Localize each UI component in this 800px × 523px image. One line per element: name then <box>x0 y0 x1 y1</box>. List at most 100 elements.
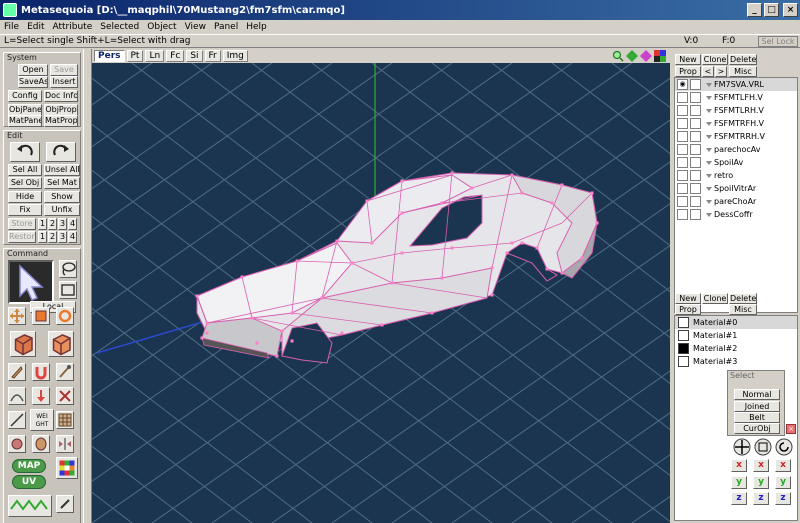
lock-toggle[interactable] <box>690 131 701 142</box>
vertex[interactable] <box>295 259 299 263</box>
object-row[interactable]: FSFMTLRH.V <box>675 104 797 117</box>
tab-pers[interactable]: Pers <box>94 50 125 62</box>
hide-button[interactable]: Hide <box>8 191 42 203</box>
visibility-eye-icon[interactable]: ◉ <box>677 79 688 90</box>
mat-new-button[interactable]: New <box>675 293 701 304</box>
tab-fc[interactable]: Fc <box>166 50 185 62</box>
tab-img[interactable]: Img <box>222 50 248 62</box>
vertex[interactable] <box>490 293 494 297</box>
vertex[interactable] <box>490 266 494 270</box>
rotate-view-icon[interactable] <box>640 50 652 62</box>
brush-tool[interactable] <box>56 363 74 381</box>
vertex[interactable] <box>430 311 434 315</box>
obj-up-button[interactable]: < <box>702 66 714 77</box>
lock-toggle[interactable] <box>690 92 701 103</box>
object-row[interactable]: ◉ FM7SVA.VRL <box>675 78 797 91</box>
object-row[interactable]: retro <box>675 169 797 182</box>
face-tool[interactable] <box>48 331 74 357</box>
vertex[interactable] <box>545 267 549 271</box>
lock-toggle[interactable] <box>690 144 701 155</box>
vertex[interactable] <box>340 331 344 335</box>
vertex[interactable] <box>440 201 444 205</box>
lock-toggle[interactable] <box>690 105 701 116</box>
vertex[interactable] <box>595 221 599 225</box>
scale-x-button[interactable]: x <box>753 459 769 472</box>
vertex[interactable] <box>470 186 474 190</box>
vertex[interactable] <box>560 183 564 187</box>
vertex[interactable] <box>205 331 209 335</box>
grid-tool[interactable] <box>56 411 74 429</box>
restore-slot-2[interactable]: 2 <box>48 231 57 243</box>
matprop-button[interactable]: MatProp <box>44 115 78 127</box>
show-button[interactable]: Show <box>44 191 80 203</box>
obj-delete-button[interactable]: Delete <box>729 54 757 65</box>
visibility-toggle[interactable] <box>677 170 688 181</box>
visibility-toggle[interactable] <box>677 92 688 103</box>
rotate-x-button[interactable]: x <box>775 459 791 472</box>
tab-pt[interactable]: Pt <box>126 50 144 62</box>
select-material-button[interactable]: Sel Mat <box>44 177 80 189</box>
restore-slot-4[interactable]: 4 <box>68 231 77 243</box>
tab-si[interactable]: Si <box>186 50 203 62</box>
vertex[interactable] <box>200 336 204 340</box>
select-joined-face-button[interactable]: Joined face <box>734 401 780 420</box>
store-button[interactable]: Store <box>8 218 36 230</box>
menu-attribute[interactable]: Attribute <box>53 22 93 32</box>
vertex[interactable] <box>440 276 444 280</box>
lock-toggle[interactable] <box>690 118 701 129</box>
vertex[interactable] <box>520 241 524 245</box>
visibility-toggle[interactable] <box>677 105 688 116</box>
vertex[interactable] <box>320 296 324 300</box>
docinfo-button[interactable]: Doc Info <box>44 90 78 102</box>
select-tool[interactable] <box>8 260 54 304</box>
lock-toggle[interactable] <box>690 79 701 90</box>
box-tool[interactable] <box>10 331 36 357</box>
menu-panel[interactable]: Panel <box>214 22 238 32</box>
tab-ln[interactable]: Ln <box>145 50 165 62</box>
select-object-button[interactable]: Sel Obj <box>8 177 42 189</box>
store-slot-1[interactable]: 1 <box>38 218 47 230</box>
redo-button[interactable] <box>46 142 76 162</box>
minimize-button[interactable]: _ <box>747 3 762 17</box>
vertex[interactable] <box>370 241 374 245</box>
menu-view[interactable]: View <box>185 22 206 32</box>
move-tool[interactable] <box>8 307 26 325</box>
lock-toggle[interactable] <box>690 157 701 168</box>
delete-tool[interactable] <box>56 387 74 405</box>
move-x-button[interactable]: x <box>731 459 747 472</box>
lasso-tool[interactable] <box>59 260 77 278</box>
insert-button[interactable]: Insert <box>50 76 78 88</box>
vertex[interactable] <box>580 256 584 260</box>
vertex[interactable] <box>510 173 514 177</box>
rotate-tool[interactable] <box>56 307 74 325</box>
vertex[interactable] <box>275 354 279 358</box>
move-y-button[interactable]: y <box>731 476 747 489</box>
lock-toggle[interactable] <box>690 183 701 194</box>
rotate-y-button[interactable]: y <box>775 476 791 489</box>
mat-misc-button[interactable]: Misc <box>729 304 757 315</box>
rectangle-select-tool[interactable] <box>59 281 77 299</box>
restore-slot-1[interactable]: 1 <box>38 231 47 243</box>
lock-toggle[interactable] <box>690 196 701 207</box>
scale-tool[interactable] <box>32 307 50 325</box>
object-row[interactable]: FSFMTRFH.V <box>675 117 797 130</box>
knife-tool[interactable] <box>8 363 26 381</box>
knife-line-tool[interactable] <box>8 411 26 429</box>
visibility-toggle[interactable] <box>677 157 688 168</box>
visibility-toggle[interactable] <box>677 144 688 155</box>
obj-new-button[interactable]: New <box>675 54 701 65</box>
restore-slot-3[interactable]: 3 <box>58 231 67 243</box>
store-slot-3[interactable]: 3 <box>58 218 67 230</box>
vertex[interactable] <box>560 271 564 275</box>
viewport[interactable]: Pers Pt Ln Fc Si Fr Img <box>92 49 670 523</box>
rotate-solid-tool[interactable] <box>32 435 50 453</box>
rubik-tool[interactable] <box>56 457 78 479</box>
tab-fr[interactable]: Fr <box>204 50 221 62</box>
obj-prop-button[interactable]: Prop <box>675 66 701 77</box>
restore-button[interactable]: Restore <box>8 231 36 243</box>
weight-tool[interactable]: WEI GHT <box>30 409 54 431</box>
scale-axis-icon[interactable] <box>754 438 772 456</box>
select-belt-button[interactable]: Belt <box>734 412 780 423</box>
vertex[interactable] <box>450 171 454 175</box>
move-axis-icon[interactable] <box>733 438 751 456</box>
